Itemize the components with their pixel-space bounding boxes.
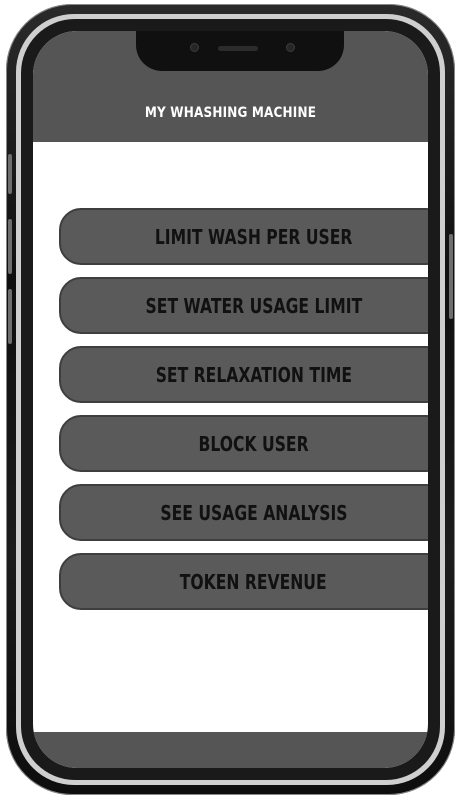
app-title: MY WHASHING MACHINE: [144, 105, 317, 121]
block-user-button[interactable]: BLOCK USER: [59, 415, 428, 472]
camera-icon: [286, 43, 295, 52]
bottom-bar: [33, 732, 428, 768]
admin-menu: LIMIT WASH PER USER SET WATER USAGE LIMI…: [59, 208, 428, 622]
phone-rim: MY WHASHING MACHINE LIMIT WASH PER USER …: [16, 14, 445, 785]
limit-wash-per-user-button[interactable]: LIMIT WASH PER USER: [59, 208, 428, 265]
set-water-usage-limit-button[interactable]: SET WATER USAGE LIMIT: [59, 277, 428, 334]
limit-wash-per-user-label: LIMIT WASH PER USER: [154, 224, 353, 249]
phone-notch: [136, 31, 344, 71]
mute-switch: [8, 154, 12, 194]
set-relaxation-time-label: SET RELAXATION TIME: [155, 362, 352, 387]
block-user-label: BLOCK USER: [198, 431, 309, 456]
phone-bezel: MY WHASHING MACHINE LIMIT WASH PER USER …: [21, 19, 440, 780]
phone-frame: MY WHASHING MACHINE LIMIT WASH PER USER …: [6, 4, 455, 795]
volume-down-button: [8, 289, 12, 344]
token-revenue-button[interactable]: TOKEN REVENUE: [59, 553, 428, 610]
see-usage-analysis-label: SEE USAGE ANALYSIS: [159, 500, 348, 525]
volume-up-button: [8, 219, 12, 274]
token-revenue-label: TOKEN REVENUE: [180, 569, 327, 594]
screen: MY WHASHING MACHINE LIMIT WASH PER USER …: [33, 31, 428, 768]
sensor-icon: [190, 43, 199, 52]
speaker-grille: [218, 46, 258, 51]
set-water-usage-limit-label: SET WATER USAGE LIMIT: [145, 293, 362, 318]
set-relaxation-time-button[interactable]: SET RELAXATION TIME: [59, 346, 428, 403]
see-usage-analysis-button[interactable]: SEE USAGE ANALYSIS: [59, 484, 428, 541]
power-button: [449, 234, 453, 319]
